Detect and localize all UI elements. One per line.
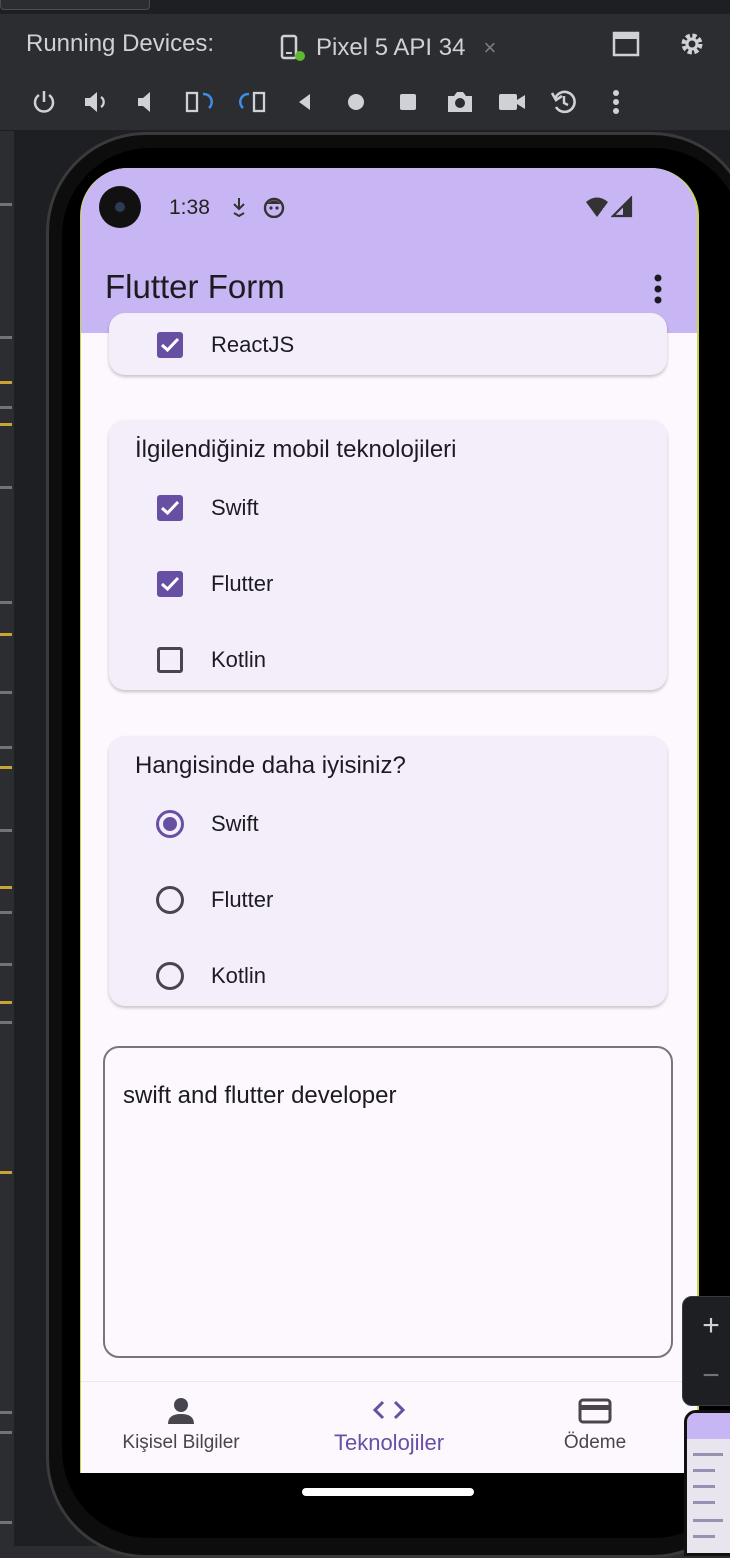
radio-swift[interactable]	[156, 810, 184, 838]
card-title-mobile: İlgilendiğiniz mobil teknolojileri	[135, 436, 457, 463]
notes-value: swift and flutter developer	[123, 1082, 397, 1109]
card-title-best: Hangisinde daha iyisiniz?	[135, 752, 406, 779]
checkbox-label: Flutter	[211, 571, 274, 596]
radio-label: Kotlin	[211, 963, 267, 988]
checkbox-flutter[interactable]	[157, 571, 183, 597]
radio-row-swift[interactable]: Swift	[156, 804, 637, 844]
radio-label: Swift	[211, 811, 259, 836]
zoom-in-button[interactable]: +	[683, 1309, 730, 1343]
app-bar: 1:38 Flutter Form	[81, 168, 697, 333]
radio-label: Flutter	[211, 887, 274, 912]
device-tab[interactable]: Pixel 5 API 34 ×	[250, 28, 534, 84]
app-notification-icon	[263, 197, 285, 218]
person-icon	[168, 1398, 194, 1424]
checkbox-label: Swift	[211, 495, 259, 520]
wifi-icon	[586, 197, 608, 217]
checkbox-kotlin[interactable]	[157, 647, 183, 673]
checkbox-label: Kotlin	[211, 647, 267, 672]
ide-tab-stub	[0, 0, 150, 10]
zoom-controls: + −	[682, 1296, 730, 1406]
nav-item-payment[interactable]: Ödeme	[505, 1396, 685, 1454]
credit-card-icon	[578, 1398, 612, 1424]
close-tab-icon[interactable]: ×	[483, 35, 496, 61]
home-icon[interactable]	[340, 86, 372, 118]
screen-record-icon[interactable]	[496, 86, 528, 118]
checkbox-swift[interactable]	[157, 495, 183, 521]
radio-row-flutter[interactable]: Flutter	[156, 880, 637, 920]
running-devices-bar: Running Devices: Pixel 5 API 34 ×	[0, 14, 730, 84]
bottom-navigation: Kişisel Bilgiler Teknolojiler Ödeme	[81, 1381, 697, 1473]
nav-item-personal[interactable]: Kişisel Bilgiler	[91, 1396, 271, 1454]
nav-label: Ödeme	[563, 1432, 627, 1453]
zoom-out-button[interactable]: −	[683, 1359, 730, 1393]
screenshot-icon[interactable]	[444, 86, 476, 118]
running-devices-label: Running Devices:	[26, 30, 215, 57]
nav-label: Kişisel Bilgiler	[122, 1432, 240, 1453]
front-camera	[99, 186, 141, 228]
code-icon	[372, 1400, 406, 1420]
check-icon	[160, 576, 180, 592]
ide-top-strip	[0, 0, 730, 14]
device-icon	[280, 34, 305, 61]
checkbox-row-reactjs[interactable]: ReactJS	[157, 325, 637, 365]
overflow-menu-icon[interactable]	[651, 274, 665, 304]
signal-icon	[611, 196, 633, 218]
emulator-toolbar	[0, 74, 730, 131]
window-layout-icon[interactable]	[606, 24, 646, 64]
check-icon	[160, 500, 180, 516]
volume-down-icon[interactable]	[132, 86, 164, 118]
notes-textarea[interactable]: swift and flutter developer	[103, 1046, 673, 1358]
rotate-left-icon[interactable]	[184, 86, 216, 118]
power-icon[interactable]	[28, 86, 60, 118]
status-time: 1:38	[169, 196, 210, 219]
checkbox-row-kotlin[interactable]: Kotlin	[157, 640, 637, 680]
settings-gear-icon[interactable]	[672, 24, 712, 64]
minimap-appbar	[687, 1413, 730, 1439]
radio-kotlin[interactable]	[156, 962, 184, 990]
rotate-right-icon[interactable]	[236, 86, 268, 118]
checkbox-row-swift[interactable]: Swift	[157, 488, 637, 528]
reset-icon[interactable]	[548, 86, 580, 118]
overview-icon[interactable]	[392, 86, 424, 118]
app-title: Flutter Form	[105, 268, 285, 305]
check-icon	[160, 337, 180, 353]
nav-item-technologies[interactable]: Teknolojiler	[299, 1396, 479, 1456]
volume-up-icon[interactable]	[80, 86, 112, 118]
nav-label: Teknolojiler	[333, 1430, 445, 1455]
more-vert-icon[interactable]	[600, 86, 632, 118]
device-screen[interactable]: 1:38 Flutter Form ReactJS İlgilendiğiniz…	[80, 168, 699, 1473]
checkbox-row-flutter[interactable]: Flutter	[157, 564, 637, 604]
left-gutter	[0, 131, 14, 1546]
back-icon[interactable]	[288, 86, 320, 118]
gesture-home-bar[interactable]	[302, 1488, 474, 1496]
best-tech-card: Hangisinde daha iyisiniz? Swift Flutter …	[109, 736, 667, 1006]
checkbox-reactjs[interactable]	[157, 332, 183, 358]
checkbox-label: ReactJS	[211, 332, 295, 357]
radio-row-kotlin[interactable]: Kotlin	[156, 956, 637, 996]
device-tab-label: Pixel 5 API 34	[316, 34, 466, 61]
mobile-tech-card: İlgilendiğiniz mobil teknolojileri Swift…	[109, 420, 667, 690]
radio-flutter[interactable]	[156, 886, 184, 914]
web-tech-card: ReactJS	[109, 313, 667, 375]
download-notification-icon	[233, 198, 245, 218]
screen-minimap[interactable]	[684, 1410, 730, 1556]
